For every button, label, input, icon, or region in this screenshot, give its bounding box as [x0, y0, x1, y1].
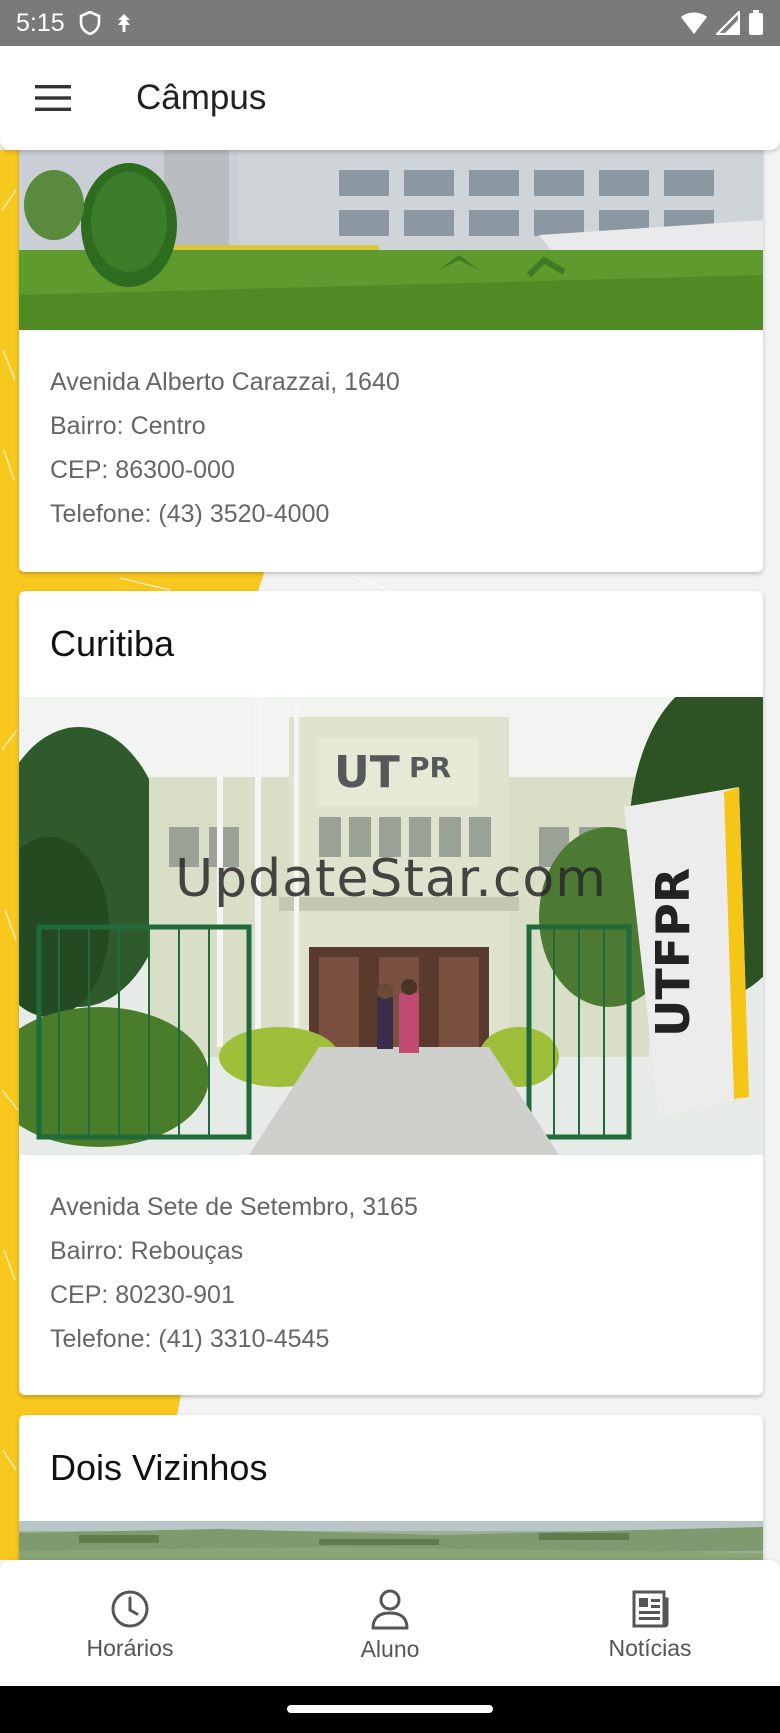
- campus-neighborhood: Bairro: Centro: [50, 412, 206, 440]
- campus-info: Avenida Alberto Carazzai, 1640 Bairro: C…: [19, 330, 763, 536]
- campus-cep: CEP: 86300-000: [50, 456, 235, 484]
- campus-name: Dois Vizinhos: [50, 1447, 268, 1488]
- campus-neighborhood: Bairro: Rebouças: [50, 1237, 244, 1265]
- status-bar: 5:15: [0, 0, 780, 46]
- campus-photo: [19, 150, 763, 330]
- person-icon: [371, 1589, 409, 1629]
- campus-list[interactable]: Avenida Alberto Carazzai, 1640 Bairro: C…: [0, 150, 780, 1560]
- campus-address: Avenida Sete de Setembro, 3165: [50, 1193, 418, 1221]
- menu-button[interactable]: [0, 46, 106, 150]
- battery-icon: [748, 10, 764, 36]
- data-saver-icon: [115, 12, 133, 34]
- status-time: 5:15: [16, 8, 65, 37]
- bottom-navigation: Horários Aluno Notícias: [0, 1560, 780, 1686]
- watermark-text: UpdateStar.com: [175, 849, 607, 909]
- svg-text:PR: PR: [409, 751, 451, 784]
- campus-card[interactable]: Avenida Alberto Carazzai, 1640 Bairro: C…: [19, 150, 763, 572]
- campus-cep: CEP: 80230-901: [50, 1281, 235, 1309]
- campus-card-dois-vizinhos[interactable]: Dois Vizinhos: [19, 1415, 763, 1560]
- nav-noticias[interactable]: Notícias: [520, 1560, 780, 1686]
- system-gesture-bar: [0, 1686, 780, 1733]
- nav-label: Aluno: [360, 1635, 420, 1662]
- nav-aluno[interactable]: Aluno: [260, 1560, 520, 1686]
- shield-icon: [79, 11, 101, 35]
- signal-icon: [716, 11, 740, 35]
- home-gesture-handle[interactable]: [287, 1705, 493, 1713]
- menu-icon: [35, 85, 71, 111]
- nav-label: Notícias: [608, 1634, 692, 1661]
- page-title: Câmpus: [136, 78, 267, 117]
- campus-card-curitiba[interactable]: Curitiba UT PR UTFPR UpdateStar.com Aven…: [19, 591, 763, 1395]
- campus-phone: Telefone: (41) 3310-4545: [50, 1325, 330, 1353]
- wifi-icon: [680, 11, 708, 35]
- clock-icon: [111, 1590, 149, 1627]
- campus-name: Curitiba: [50, 623, 175, 664]
- newspaper-icon: [632, 1590, 669, 1627]
- campus-info: Avenida Sete de Setembro, 3165 Bairro: R…: [19, 1155, 763, 1361]
- nav-horarios[interactable]: Horários: [0, 1560, 260, 1686]
- svg-text:UT: UT: [334, 747, 400, 798]
- campus-photo: UT PR UTFPR UpdateStar.com: [19, 697, 763, 1155]
- campus-phone: Telefone: (43) 3520-4000: [50, 500, 330, 528]
- campus-photo: [19, 1521, 763, 1560]
- nav-label: Horários: [86, 1634, 174, 1661]
- campus-address: Avenida Alberto Carazzai, 1640: [50, 368, 400, 396]
- app-bar: Câmpus: [0, 46, 780, 150]
